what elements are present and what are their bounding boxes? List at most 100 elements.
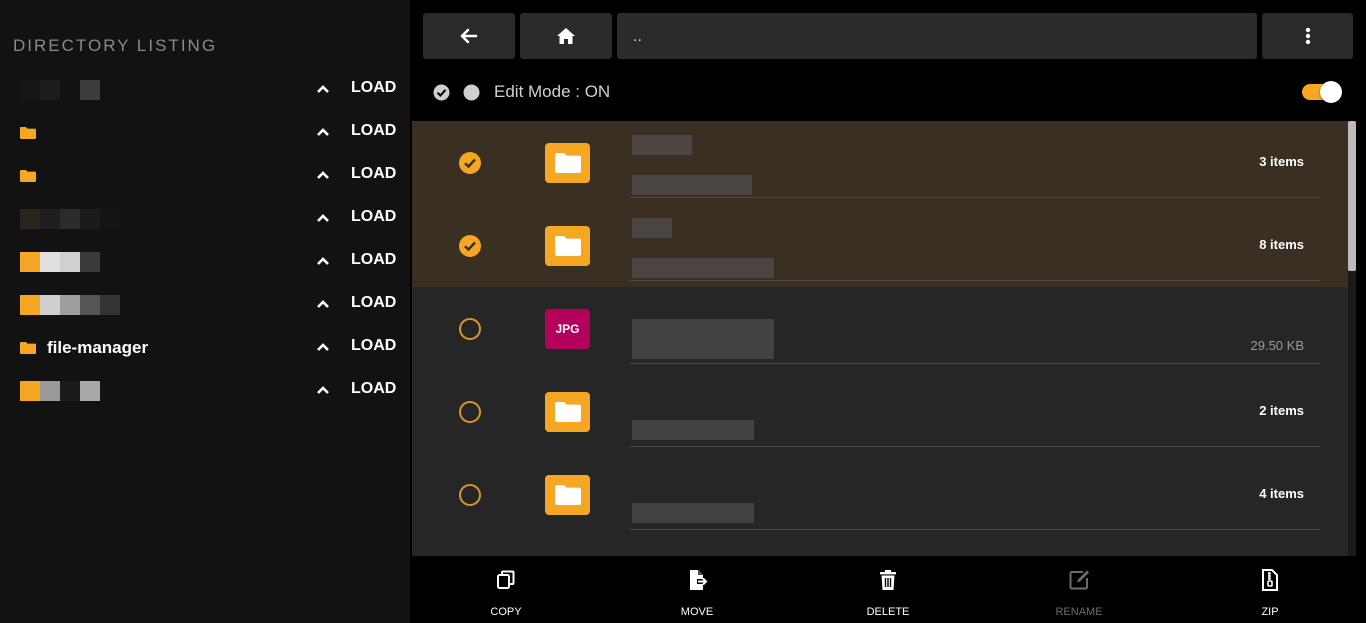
tree-item-name <box>20 164 36 188</box>
blurred-name <box>632 175 752 195</box>
rename-label: RENAME <box>1055 606 1103 618</box>
jpg-file-icon: JPG <box>545 309 590 349</box>
action-bar: COPY MOVE DELETE RENAME ZIP <box>410 556 1366 623</box>
menu-button[interactable] <box>1262 13 1353 59</box>
tree-item[interactable]: LOAD <box>0 199 410 239</box>
file-manager-app: DIRECTORY LISTING LOAD LOAD LOAD LOAD LO… <box>0 0 1366 623</box>
check-circle-icon[interactable] <box>433 84 450 101</box>
tree-item-name <box>20 293 120 317</box>
toggle-knob <box>1320 81 1342 103</box>
row-checkbox[interactable] <box>459 484 481 506</box>
chevron-up-icon[interactable] <box>315 339 331 355</box>
arrow-left-icon <box>460 28 478 44</box>
folder-icon <box>545 143 590 183</box>
file-list: 3 items 8 items JPG 29.50 KB 2 items 4 i… <box>412 121 1348 556</box>
tree-item-name <box>20 207 120 231</box>
tree-item[interactable]: LOAD <box>0 113 410 153</box>
tree-item-name <box>20 121 36 145</box>
row-checkbox[interactable] <box>459 152 481 174</box>
circle-icon[interactable] <box>463 84 480 101</box>
load-button[interactable]: LOAD <box>351 122 396 140</box>
vertical-dots-icon <box>1305 27 1310 45</box>
tree-item[interactable]: LOAD <box>0 285 410 325</box>
tree-item[interactable]: LOAD <box>0 371 410 411</box>
tree-item-name: file-manager <box>20 336 148 360</box>
row-checkbox[interactable] <box>459 401 481 423</box>
tree-item[interactable]: LOAD <box>0 156 410 196</box>
load-button[interactable]: LOAD <box>351 165 396 183</box>
tree-item-file-manager[interactable]: file-manager LOAD <box>0 328 410 368</box>
blurred-name <box>632 135 692 155</box>
file-row[interactable]: JPG 29.50 KB <box>412 287 1348 370</box>
list-scrollbar[interactable] <box>1348 121 1356 556</box>
toolbar: .. <box>423 13 1353 59</box>
load-button[interactable]: LOAD <box>351 79 396 97</box>
move-file-icon <box>690 570 708 590</box>
row-divider <box>630 446 1320 447</box>
tree-item[interactable]: LOAD <box>0 242 410 282</box>
blurred-name <box>632 503 754 523</box>
row-divider <box>630 280 1320 281</box>
blurred-name <box>632 420 754 440</box>
tree-item-name <box>20 250 100 274</box>
edit-mode-toggle[interactable] <box>1302 81 1342 103</box>
chevron-up-icon[interactable] <box>315 167 331 183</box>
move-button[interactable]: MOVE <box>647 556 747 623</box>
load-button[interactable]: LOAD <box>351 337 396 355</box>
load-button[interactable]: LOAD <box>351 208 396 226</box>
zip-button[interactable]: ZIP <box>1220 556 1320 623</box>
file-size: 29.50 KB <box>1250 338 1305 353</box>
tree-item-label: file-manager <box>47 338 149 357</box>
file-browser-panel: .. Edit Mode : ON 3 items 8 items JPG 29… <box>410 0 1366 623</box>
load-button[interactable]: LOAD <box>351 251 396 269</box>
row-checkbox[interactable] <box>459 235 481 257</box>
folder-icon <box>20 170 36 182</box>
row-divider <box>630 529 1320 530</box>
file-row[interactable]: 8 items <box>412 204 1348 287</box>
home-button[interactable] <box>520 13 612 59</box>
tree-item[interactable]: LOAD <box>0 70 410 110</box>
item-count: 8 items <box>1259 237 1304 252</box>
copy-label: COPY <box>490 606 522 618</box>
row-divider <box>630 363 1320 364</box>
back-button[interactable] <box>423 13 515 59</box>
file-row[interactable]: 2 items <box>412 370 1348 453</box>
file-row[interactable]: 4 items <box>412 453 1348 536</box>
row-divider <box>630 197 1320 198</box>
folder-icon <box>545 392 590 432</box>
chevron-up-icon[interactable] <box>315 81 331 97</box>
chevron-up-icon[interactable] <box>315 124 331 140</box>
trash-icon <box>880 570 896 590</box>
load-button[interactable]: LOAD <box>351 380 396 398</box>
delete-label: DELETE <box>866 606 910 618</box>
delete-button[interactable]: DELETE <box>838 556 938 623</box>
copy-button[interactable]: COPY <box>456 556 556 623</box>
folder-icon <box>545 475 590 515</box>
chevron-up-icon[interactable] <box>315 382 331 398</box>
blurred-name <box>632 319 774 359</box>
directory-sidebar: DIRECTORY LISTING LOAD LOAD LOAD LOAD LO… <box>0 0 410 623</box>
row-checkbox[interactable] <box>459 318 481 340</box>
zip-file-icon <box>1262 569 1278 591</box>
zip-label: ZIP <box>1261 606 1279 618</box>
copy-icon <box>497 570 515 589</box>
edit-mode-bar: Edit Mode : ON <box>410 70 1366 116</box>
blurred-name <box>632 258 774 278</box>
check-icon <box>464 158 476 169</box>
scrollbar-thumb[interactable] <box>1348 121 1356 271</box>
folder-icon <box>20 127 36 139</box>
chevron-up-icon[interactable] <box>315 296 331 312</box>
rename-button[interactable]: RENAME <box>1029 556 1129 623</box>
load-button[interactable]: LOAD <box>351 294 396 312</box>
tree-item-name <box>20 379 100 403</box>
chevron-up-icon[interactable] <box>315 253 331 269</box>
move-label: MOVE <box>680 606 714 618</box>
edit-icon <box>1069 570 1089 590</box>
sidebar-title: DIRECTORY LISTING <box>13 36 218 55</box>
file-row[interactable]: 3 items <box>412 121 1348 204</box>
item-count: 2 items <box>1259 403 1304 418</box>
path-field[interactable]: .. <box>617 13 1257 59</box>
chevron-up-icon[interactable] <box>315 210 331 226</box>
check-icon <box>464 241 476 252</box>
tree-item-name <box>20 78 100 102</box>
